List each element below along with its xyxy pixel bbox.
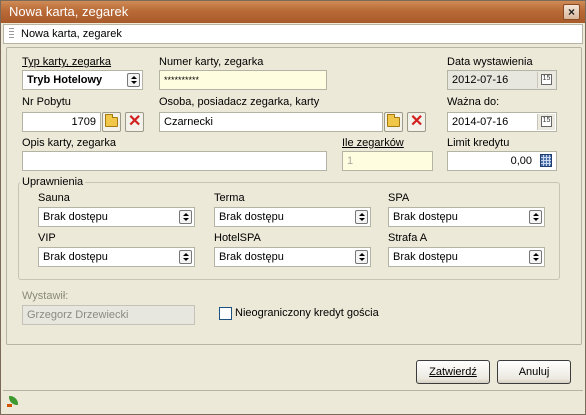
folder-icon[interactable] — [384, 112, 403, 132]
limit-kredytu-input[interactable]: 0,00 — [447, 151, 557, 171]
spa-value: Brak dostępu — [393, 211, 458, 223]
spin-arrows-icon — [179, 210, 192, 224]
hotelspa-value: Brak dostępu — [219, 251, 284, 263]
numer-karty-input[interactable]: ********** — [159, 70, 327, 90]
grip-handle-icon — [9, 28, 14, 40]
strafa-a-value: Brak dostępu — [393, 251, 458, 263]
anuluj-label: Anuluj — [518, 366, 550, 378]
opis-input[interactable] — [22, 151, 327, 171]
spin-arrows-icon — [529, 250, 542, 264]
numer-karty-label: Numer karty, zegarka — [159, 56, 264, 68]
ile-zegarkow-label: Ile zegarków — [342, 137, 404, 149]
close-icon[interactable]: × — [563, 4, 580, 20]
spin-arrows-icon — [529, 210, 542, 224]
calculator-icon[interactable] — [537, 153, 555, 169]
data-wystawienia-value: 2012-07-16 — [452, 74, 509, 86]
uprawnienia-title: Uprawnienia — [20, 176, 86, 188]
leaf-icon — [7, 395, 20, 408]
sauna-value: Brak dostępu — [43, 211, 108, 223]
data-wystawienia-input[interactable]: 2012-07-16 15 — [447, 70, 557, 90]
status-bar — [3, 390, 583, 412]
strafa-a-select[interactable]: Brak dostępu — [388, 247, 545, 267]
calendar-icon[interactable]: 15 — [537, 72, 555, 88]
wystawil-input: Grzegorz Drzewiecki — [22, 305, 195, 325]
wazna-do-input[interactable]: 2014-07-16 15 — [447, 112, 557, 132]
spin-arrows-icon — [355, 210, 368, 224]
nr-pobytu-input[interactable]: 1709 — [22, 112, 101, 132]
osoba-label: Osoba, posiadacz zegarka, karty — [159, 96, 320, 108]
zatwierdz-label: Zatwierdź — [429, 366, 477, 378]
anuluj-button[interactable]: Anuluj — [497, 360, 571, 384]
sauna-select[interactable]: Brak dostępu — [38, 207, 195, 227]
typ-karty-value: Tryb Hotelowy — [27, 74, 103, 86]
dialog-window: Nowa karta, zegarek × Nowa karta, zegare… — [0, 0, 586, 415]
spa-label: SPA — [388, 192, 410, 204]
delete-x-icon[interactable]: ✕ — [125, 112, 144, 132]
tab-bar: Nowa karta, zegarek — [3, 24, 583, 44]
calendar-icon[interactable]: 15 — [537, 114, 555, 130]
limit-kredytu-value: 0,00 — [510, 155, 532, 167]
opis-label: Opis karty, zegarka — [22, 137, 116, 149]
wazna-do-value: 2014-07-16 — [452, 116, 509, 128]
tab-nowa-karta[interactable]: Nowa karta, zegarek — [21, 28, 122, 40]
terma-select[interactable]: Brak dostępu — [214, 207, 371, 227]
strafa-a-label: Strafa A — [388, 232, 428, 244]
ile-zegarkow-input[interactable]: 1 — [342, 151, 433, 171]
folder-icon[interactable] — [102, 112, 121, 132]
zatwierdz-button[interactable]: Zatwierdź — [416, 360, 490, 384]
hotelspa-select[interactable]: Brak dostępu — [214, 247, 371, 267]
typ-karty-label: Typ karty, zegarka — [22, 56, 112, 68]
spa-select[interactable]: Brak dostępu — [388, 207, 545, 227]
spin-arrows-icon — [127, 73, 140, 87]
vip-label: VIP — [38, 232, 56, 244]
sauna-label: Sauna — [38, 192, 70, 204]
terma-label: Terma — [214, 192, 245, 204]
nr-pobytu-label: Nr Pobytu — [22, 96, 71, 108]
limit-kredytu-label: Limit kredytu — [447, 137, 510, 149]
osoba-input[interactable]: Czarnecki — [159, 112, 383, 132]
spin-arrows-icon — [355, 250, 368, 264]
window-title: Nowa karta, zegarek — [9, 4, 129, 19]
delete-x-icon[interactable]: ✕ — [407, 112, 426, 132]
data-wystawienia-label: Data wystawienia — [447, 56, 533, 68]
title-bar: Nowa karta, zegarek × — [1, 1, 585, 23]
typ-karty-select[interactable]: Tryb Hotelowy — [22, 70, 143, 90]
vip-select[interactable]: Brak dostępu — [38, 247, 195, 267]
kredyt-checkbox[interactable] — [219, 307, 232, 320]
wazna-do-label: Ważna do: — [447, 96, 500, 108]
spin-arrows-icon — [179, 250, 192, 264]
kredyt-checkbox-label[interactable]: Nieograniczony kredyt gościa — [235, 307, 379, 319]
wystawil-label: Wystawił: — [22, 290, 69, 302]
terma-value: Brak dostępu — [219, 211, 284, 223]
hotelspa-label: HotelSPA — [214, 232, 261, 244]
vip-value: Brak dostępu — [43, 251, 108, 263]
